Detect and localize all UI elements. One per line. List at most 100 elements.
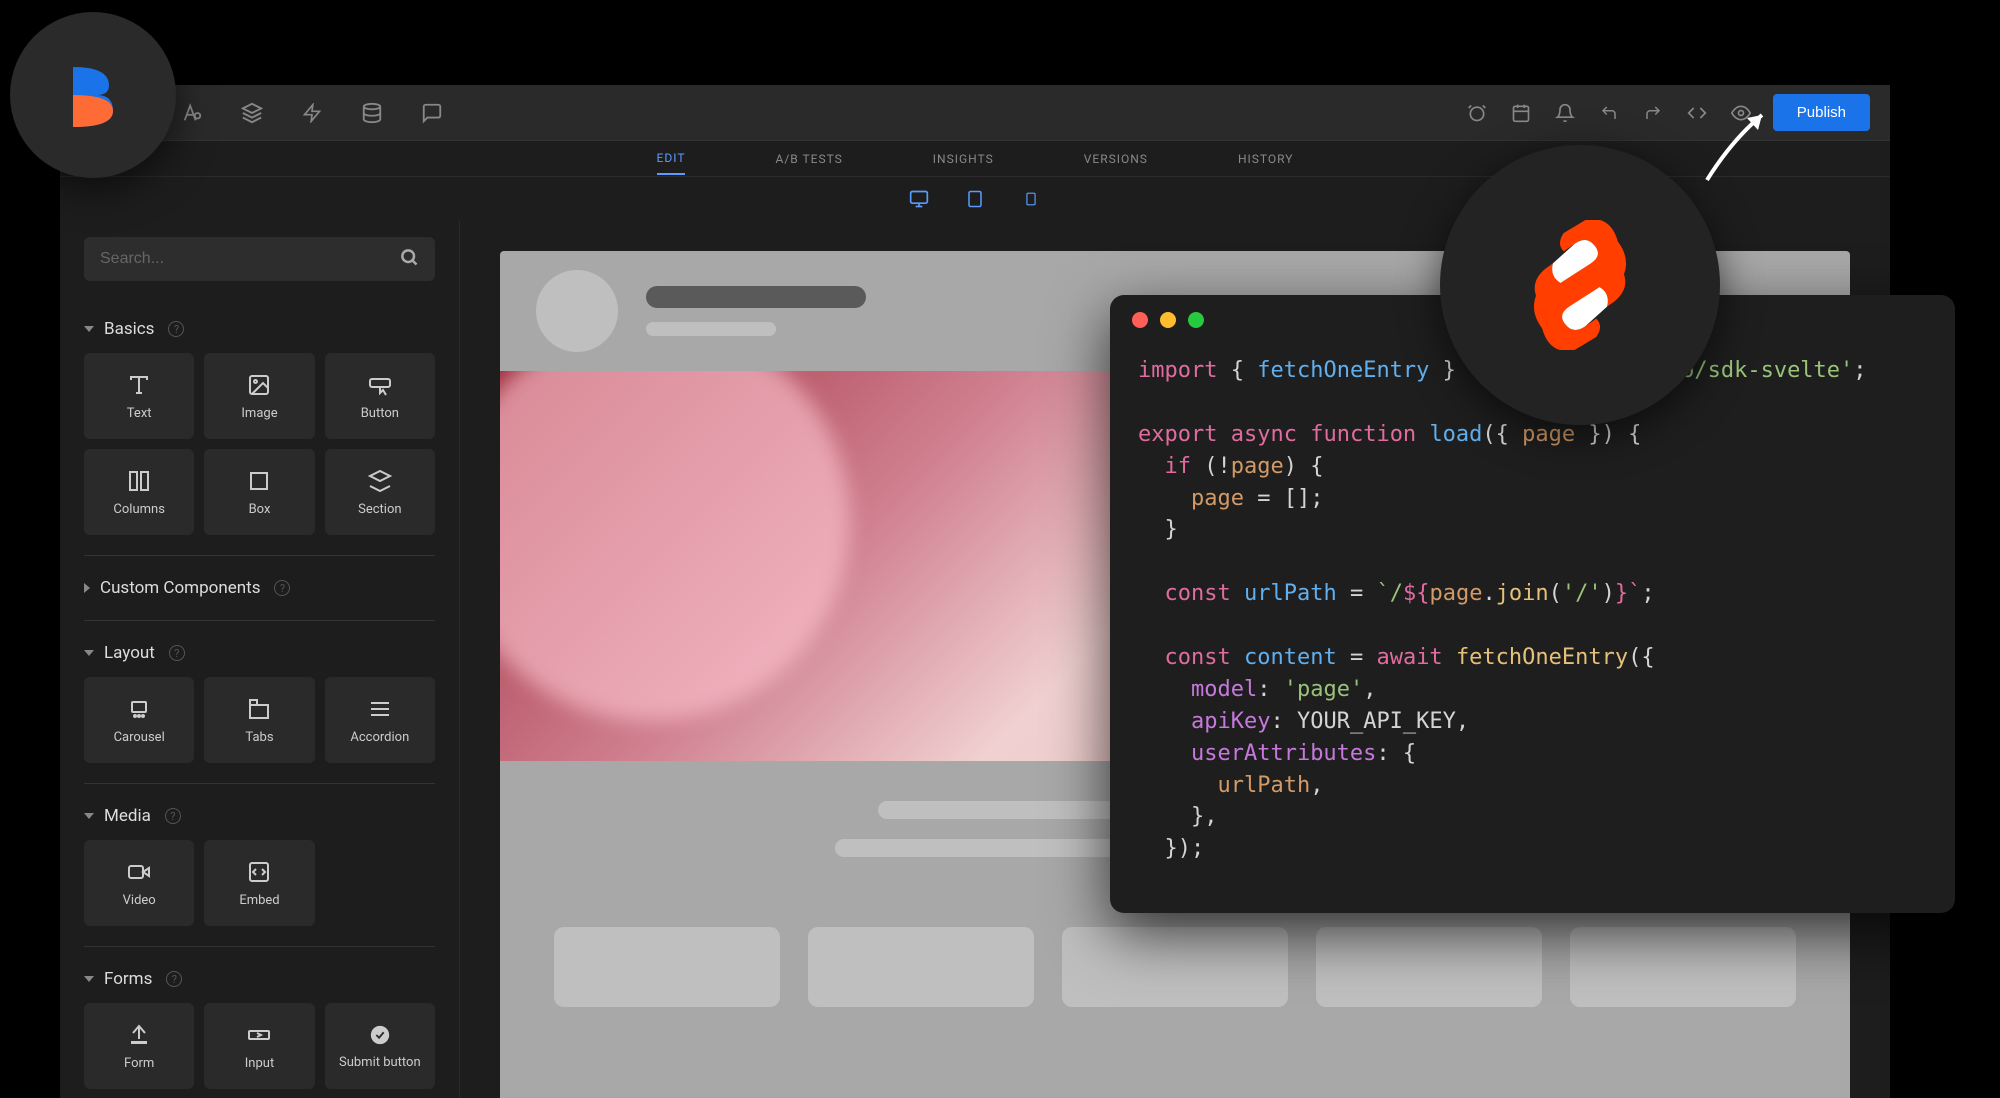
data-icon[interactable] <box>360 101 384 125</box>
section-forms[interactable]: Forms ? <box>84 955 435 1003</box>
builder-logo-icon <box>53 55 133 135</box>
desktop-device-icon[interactable] <box>909 189 929 209</box>
forms-grid: Form Input Submit button <box>84 1003 435 1089</box>
wireframe-card <box>554 927 780 1007</box>
tab-abtests[interactable]: A/B TESTS <box>775 144 842 174</box>
wireframe-card <box>1570 927 1796 1007</box>
wireframe-lines <box>646 286 866 336</box>
bolt-icon[interactable] <box>300 101 324 125</box>
maximize-traffic-light-icon[interactable] <box>1188 312 1204 328</box>
help-icon[interactable]: ? <box>166 971 182 987</box>
search-input[interactable] <box>100 250 399 268</box>
accordion-icon <box>367 696 393 722</box>
divider <box>84 555 435 556</box>
code-token: function <box>1310 422 1416 447</box>
tile-video[interactable]: Video <box>84 840 194 926</box>
section-label: Custom Components <box>100 578 260 598</box>
wireframe-card <box>808 927 1034 1007</box>
tab-insights[interactable]: INSIGHTS <box>933 144 994 174</box>
svelte-logo-icon <box>1525 220 1635 350</box>
svelte-logo-badge <box>1440 145 1720 425</box>
code-token: page <box>1522 422 1575 447</box>
tile-section[interactable]: Section <box>325 449 435 535</box>
media-grid: Video Embed <box>84 840 435 926</box>
layers-icon[interactable] <box>240 101 264 125</box>
tile-button[interactable]: Button <box>325 353 435 439</box>
arrow-icon <box>1692 100 1782 190</box>
tile-accordion[interactable]: Accordion <box>325 677 435 763</box>
tile-label: Columns <box>113 502 165 517</box>
code-token: const <box>1165 645 1231 670</box>
wireframe-avatar <box>536 270 618 352</box>
video-icon <box>126 859 152 885</box>
tile-submit[interactable]: Submit button <box>325 1003 435 1089</box>
tile-form[interactable]: Form <box>84 1003 194 1089</box>
redo-icon[interactable] <box>1641 101 1665 125</box>
code-token: urlPath <box>1217 773 1310 798</box>
tile-label: Box <box>249 502 271 517</box>
wireframe-line <box>646 286 866 308</box>
tile-input[interactable]: Input <box>204 1003 314 1089</box>
help-icon[interactable]: ? <box>169 645 185 661</box>
tile-box[interactable]: Box <box>204 449 314 535</box>
code-token: ${ <box>1403 581 1430 606</box>
carousel-icon <box>126 696 152 722</box>
section-label: Media <box>104 806 151 826</box>
tab-edit[interactable]: EDIT <box>657 143 686 175</box>
tab-versions[interactable]: VERSIONS <box>1084 144 1148 174</box>
tile-label: Button <box>361 406 399 421</box>
code-token: content <box>1244 645 1337 670</box>
tile-label: Input <box>245 1056 274 1071</box>
help-icon[interactable]: ? <box>168 321 184 337</box>
tile-image[interactable]: Image <box>204 353 314 439</box>
tile-columns[interactable]: Columns <box>84 449 194 535</box>
code-body: import { fetchOneEntry } from '@builder.… <box>1110 345 1955 913</box>
tile-tabs[interactable]: Tabs <box>204 677 314 763</box>
tile-label: Form <box>124 1056 154 1071</box>
section-custom[interactable]: Custom Components ? <box>84 564 435 612</box>
mobile-device-icon[interactable] <box>1021 189 1041 209</box>
tile-embed[interactable]: Embed <box>204 840 314 926</box>
chevron-right-icon <box>84 583 90 593</box>
code-token: model <box>1191 677 1257 702</box>
help-icon[interactable]: ? <box>165 808 181 824</box>
tile-label: Video <box>123 893 156 908</box>
help-icon[interactable]: ? <box>274 580 290 596</box>
undo-icon[interactable] <box>1597 101 1621 125</box>
code-token: 'page' <box>1284 677 1363 702</box>
tile-text[interactable]: Text <box>84 353 194 439</box>
section-basics[interactable]: Basics ? <box>84 305 435 353</box>
bell-icon[interactable] <box>1553 101 1577 125</box>
code-token: export <box>1138 422 1217 447</box>
minimize-traffic-light-icon[interactable] <box>1160 312 1176 328</box>
section-layout[interactable]: Layout ? <box>84 629 435 677</box>
wireframe-card <box>1316 927 1542 1007</box>
code-token: userAttributes <box>1191 741 1376 766</box>
close-traffic-light-icon[interactable] <box>1132 312 1148 328</box>
button-icon <box>367 372 393 398</box>
alarm-icon[interactable] <box>1465 101 1489 125</box>
code-token: if <box>1165 454 1192 479</box>
tab-history[interactable]: HISTORY <box>1238 144 1294 174</box>
typography-icon[interactable] <box>180 101 204 125</box>
comment-icon[interactable] <box>420 101 444 125</box>
search-box[interactable] <box>84 237 435 281</box>
tablet-device-icon[interactable] <box>965 189 985 209</box>
code-token: page <box>1429 581 1482 606</box>
section-media[interactable]: Media ? <box>84 792 435 840</box>
code-token: page <box>1231 454 1284 479</box>
chevron-down-icon <box>84 976 94 982</box>
code-token: urlPath <box>1244 581 1337 606</box>
chevron-down-icon <box>84 813 94 819</box>
tile-carousel[interactable]: Carousel <box>84 677 194 763</box>
topbar-right: Publish <box>1465 94 1870 131</box>
text-icon <box>126 372 152 398</box>
tile-label: Tabs <box>245 730 273 745</box>
publish-button[interactable]: Publish <box>1773 94 1870 131</box>
topbar: Publish <box>60 85 1890 141</box>
wireframe-cards <box>500 897 1850 1037</box>
calendar-icon[interactable] <box>1509 101 1533 125</box>
section-label: Layout <box>104 643 155 663</box>
form-icon <box>126 1022 152 1048</box>
code-token: fetchOneEntry <box>1257 358 1429 383</box>
